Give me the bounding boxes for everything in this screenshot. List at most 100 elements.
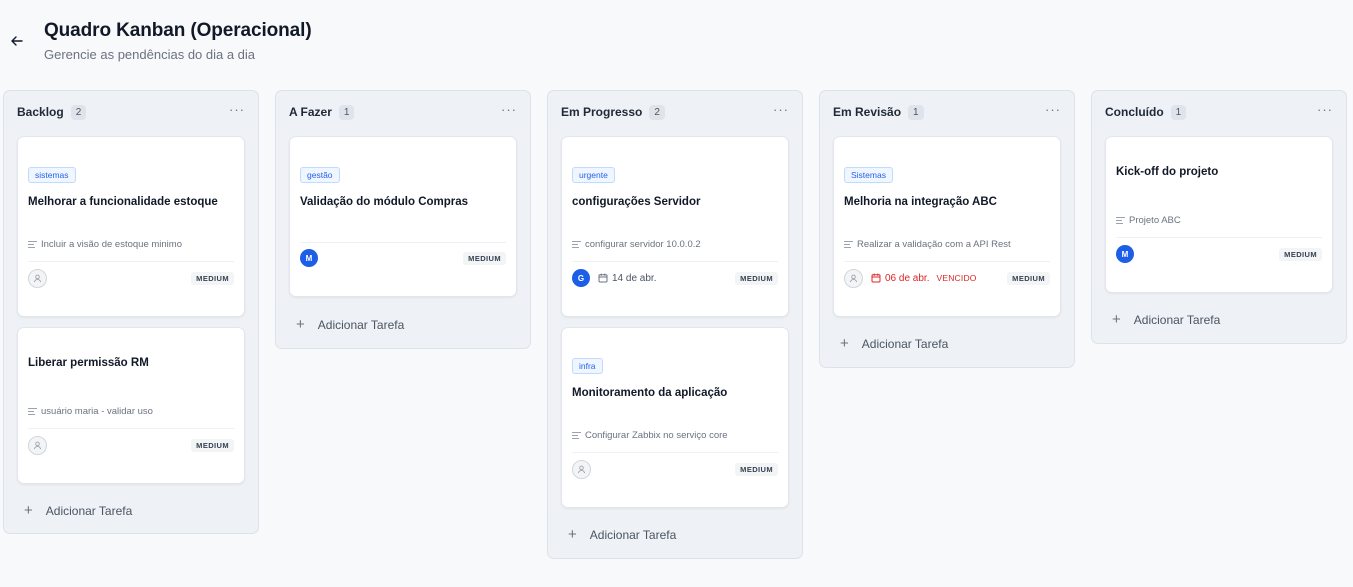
column-header: A Fazer 1 ··· bbox=[289, 103, 517, 120]
column-count-badge: 2 bbox=[70, 104, 87, 120]
column-count-badge: 2 bbox=[649, 104, 665, 120]
column-header: Em Revisão 1 ··· bbox=[833, 103, 1061, 120]
column-count-badge: 1 bbox=[1170, 104, 1187, 120]
column-menu-icon[interactable]: ··· bbox=[229, 103, 245, 119]
task-card[interactable]: Kick-off do projeto Projeto ABC M MEDIUM bbox=[1105, 136, 1333, 293]
task-description: Configurar Zabbix no serviço core bbox=[572, 430, 778, 441]
add-task-label: Adicionar Tarefa bbox=[317, 318, 405, 332]
priority-badge: MEDIUM bbox=[735, 462, 778, 476]
page-subtitle: Gerencie as pendências do dia a dia bbox=[44, 47, 256, 62]
priority-badge: MEDIUM bbox=[1007, 271, 1050, 285]
card-divider bbox=[1116, 237, 1322, 238]
due-date[interactable]: 14 de abr. bbox=[598, 273, 656, 284]
priority-badge: MEDIUM bbox=[463, 251, 506, 265]
task-title: Liberar permissão RM bbox=[28, 357, 149, 369]
column-header: Concluído 1 ··· bbox=[1105, 103, 1333, 120]
calendar-icon bbox=[871, 273, 881, 283]
column-backlog: Backlog 2 ··· sistemas Melhorar a funcio… bbox=[3, 90, 259, 534]
unassigned-user-icon[interactable] bbox=[844, 268, 863, 288]
plus-icon: + bbox=[24, 502, 33, 519]
column-menu-icon[interactable]: ··· bbox=[501, 103, 517, 119]
task-footer: M MEDIUM bbox=[1116, 244, 1322, 264]
task-card[interactable]: Liberar permissão RM usuário maria - val… bbox=[17, 327, 245, 484]
task-tag: infra bbox=[572, 358, 603, 374]
text-lines-icon bbox=[1116, 217, 1125, 224]
task-footer: MEDIUM bbox=[572, 459, 778, 479]
task-description-text: usuário maria - validar uso bbox=[41, 406, 153, 417]
assignee-avatar[interactable]: G bbox=[572, 269, 590, 287]
page-title: Quadro Kanban (Operacional) bbox=[44, 20, 312, 41]
task-footer: G 14 de abr. MEDIUM bbox=[572, 268, 778, 288]
task-card[interactable]: gestão Validação do módulo Compras M MED… bbox=[289, 136, 517, 297]
task-description: configurar servidor 10.0.0.2 bbox=[572, 239, 778, 250]
column-menu-icon[interactable]: ··· bbox=[1045, 103, 1061, 119]
task-title: configurações Servidor bbox=[572, 196, 701, 208]
unassigned-user-icon[interactable] bbox=[28, 435, 47, 455]
task-tag: sistemas bbox=[28, 167, 76, 183]
column-title: Em Revisão bbox=[833, 105, 902, 119]
add-task-button[interactable]: + Adicionar Tarefa bbox=[24, 503, 132, 519]
add-task-label: Adicionar Tarefa bbox=[589, 528, 677, 542]
unassigned-user-icon[interactable] bbox=[28, 268, 47, 288]
assignee-avatar[interactable]: M bbox=[300, 249, 318, 267]
task-card[interactable]: Sistemas Melhoria na integração ABC Real… bbox=[833, 136, 1061, 317]
add-task-label: Adicionar Tarefa bbox=[861, 337, 949, 351]
task-description: Realizar a validação com a API Rest bbox=[844, 239, 1050, 250]
column-title: Concluído bbox=[1105, 105, 1164, 119]
plus-icon: + bbox=[840, 335, 849, 352]
priority-badge: MEDIUM bbox=[1279, 247, 1322, 261]
unassigned-user-icon[interactable] bbox=[572, 459, 591, 479]
card-divider bbox=[572, 261, 778, 262]
task-card[interactable]: infra Monitoramento da aplicação Configu… bbox=[561, 327, 789, 508]
task-card[interactable]: sistemas Melhorar a funcionalidade estoq… bbox=[17, 136, 245, 317]
text-lines-icon bbox=[572, 432, 581, 439]
add-task-button[interactable]: + Adicionar Tarefa bbox=[296, 317, 404, 333]
add-task-button[interactable]: + Adicionar Tarefa bbox=[1112, 312, 1220, 328]
task-description-text: Realizar a validação com a API Rest bbox=[857, 239, 1011, 250]
task-description-text: Projeto ABC bbox=[1129, 215, 1181, 226]
task-description: Projeto ABC bbox=[1116, 215, 1322, 226]
task-title: Melhorar a funcionalidade estoque bbox=[28, 196, 218, 208]
task-tag: urgente bbox=[572, 167, 615, 183]
task-footer: M MEDIUM bbox=[300, 248, 506, 268]
task-description-text: Configurar Zabbix no serviço core bbox=[585, 430, 728, 441]
column-em-progresso: Em Progresso 2 ··· urgente configurações… bbox=[547, 90, 803, 559]
card-divider bbox=[28, 428, 234, 429]
column-header: Backlog 2 ··· bbox=[17, 103, 245, 120]
plus-icon: + bbox=[1112, 311, 1121, 328]
column-menu-icon[interactable]: ··· bbox=[1317, 103, 1333, 119]
add-task-button[interactable]: + Adicionar Tarefa bbox=[568, 527, 676, 543]
back-arrow-icon[interactable] bbox=[9, 33, 25, 49]
add-task-label: Adicionar Tarefa bbox=[45, 504, 133, 518]
due-date-text: 06 de abr. bbox=[885, 272, 930, 284]
text-lines-icon bbox=[572, 241, 581, 248]
task-tag: gestão bbox=[300, 167, 340, 183]
text-lines-icon bbox=[844, 241, 853, 248]
task-title: Melhoria na integração ABC bbox=[844, 196, 997, 208]
column-menu-icon[interactable]: ··· bbox=[773, 103, 789, 119]
task-title: Kick-off do projeto bbox=[1116, 166, 1219, 178]
card-divider bbox=[300, 242, 506, 243]
column-title: Em Progresso bbox=[561, 105, 643, 119]
add-task-button[interactable]: + Adicionar Tarefa bbox=[840, 336, 948, 352]
text-lines-icon bbox=[28, 241, 37, 248]
due-date-text: 14 de abr. bbox=[612, 272, 657, 284]
task-description-text: configurar servidor 10.0.0.2 bbox=[585, 239, 701, 250]
task-description: Incluir a visão de estoque minimo bbox=[28, 239, 234, 250]
task-title: Monitoramento da aplicação bbox=[572, 387, 728, 399]
calendar-icon bbox=[598, 273, 608, 283]
due-date[interactable]: 06 de abr. VENCIDO bbox=[871, 273, 977, 284]
column-concluido: Concluído 1 ··· Kick-off do projeto Proj… bbox=[1091, 90, 1347, 344]
task-footer: MEDIUM bbox=[28, 268, 234, 288]
card-divider bbox=[844, 261, 1050, 262]
plus-icon: + bbox=[296, 316, 305, 333]
column-title: Backlog bbox=[17, 105, 64, 119]
column-em-revisao: Em Revisão 1 ··· Sistemas Melhoria na in… bbox=[819, 90, 1075, 368]
task-card[interactable]: urgente configurações Servidor configura… bbox=[561, 136, 789, 317]
task-tag: Sistemas bbox=[844, 167, 893, 183]
plus-icon: + bbox=[568, 526, 577, 543]
assignee-avatar[interactable]: M bbox=[1116, 245, 1134, 263]
task-title: Validação do módulo Compras bbox=[300, 196, 469, 208]
column-title: A Fazer bbox=[289, 105, 332, 119]
card-divider bbox=[572, 452, 778, 453]
